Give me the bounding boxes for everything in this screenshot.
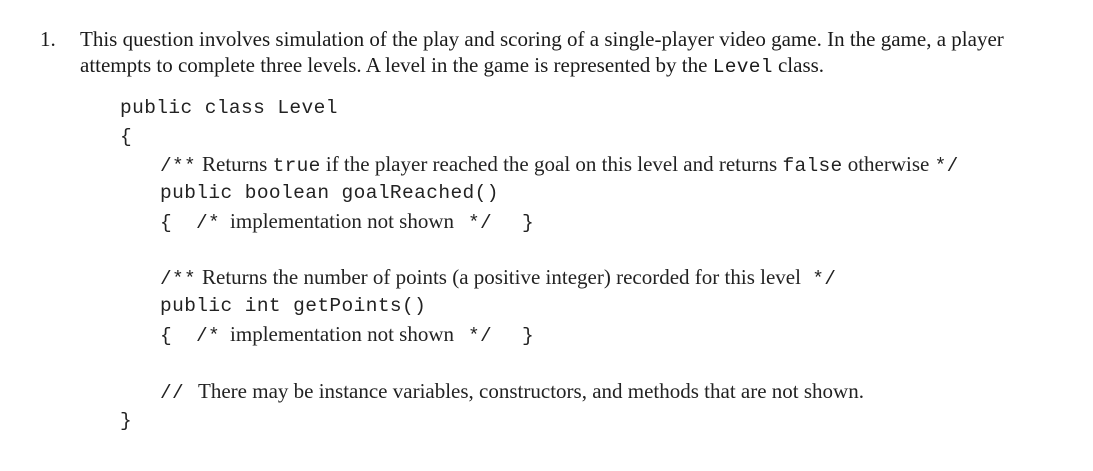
body-open-brace: { (160, 325, 173, 347)
doc-comment-text-middle: if the player reached the goal on this l… (320, 152, 783, 176)
body-close-brace: } (522, 212, 535, 234)
body-comment-close: */ (468, 212, 493, 234)
doc-comment-close: */ (812, 268, 837, 290)
class-declaration: public class Level (120, 97, 338, 119)
code-false: false (782, 155, 843, 177)
body-comment-text: implementation not shown (230, 209, 455, 233)
body-comment-open: /* (196, 325, 221, 347)
get-points-body: { /* implementation not shown */} (160, 321, 534, 349)
body-comment-text: implementation not shown (230, 322, 455, 346)
instance-variables-comment: // There may be instance variables, const… (160, 378, 864, 406)
doc-comment-close: */ (934, 155, 959, 177)
goal-reached-doc-comment: /** Returns true if the player reached th… (160, 151, 959, 179)
body-close-brace: } (522, 325, 535, 347)
body-comment-close: */ (468, 325, 493, 347)
doc-comment-text-end: otherwise (842, 152, 935, 176)
class-close-brace: } (120, 410, 133, 432)
line-comment-marker: // (160, 382, 185, 404)
intro-line-1: This question involves simulation of the… (80, 27, 1004, 51)
intro-line-2: attempts to complete three levels. A lev… (80, 52, 1080, 80)
question-intro: This question involves simulation of the… (80, 26, 1080, 80)
get-points-doc-comment: /** Returns the number of points (a posit… (160, 264, 836, 292)
question-number: 1. (40, 27, 56, 51)
doc-comment-text: Returns (202, 152, 273, 176)
body-open-brace: { (160, 212, 173, 234)
body-comment-open: /* (196, 212, 221, 234)
intro-line-2-text: attempts to complete three levels. A lev… (80, 53, 713, 77)
doc-comment-open: /** (160, 268, 197, 290)
class-open-brace: { (120, 126, 133, 148)
goal-reached-signature: public boolean goalReached() (160, 182, 499, 204)
doc-comment-text: Returns the number of points (a positive… (202, 265, 807, 289)
doc-comment-open: /** (160, 155, 197, 177)
get-points-signature: public int getPoints() (160, 295, 427, 317)
code-true: true (272, 155, 321, 177)
intro-line-2-end: class. (772, 53, 825, 77)
class-name-code: Level (712, 56, 773, 78)
goal-reached-body: { /* implementation not shown */} (160, 208, 534, 236)
line-comment-text: There may be instance variables, constru… (198, 379, 864, 403)
